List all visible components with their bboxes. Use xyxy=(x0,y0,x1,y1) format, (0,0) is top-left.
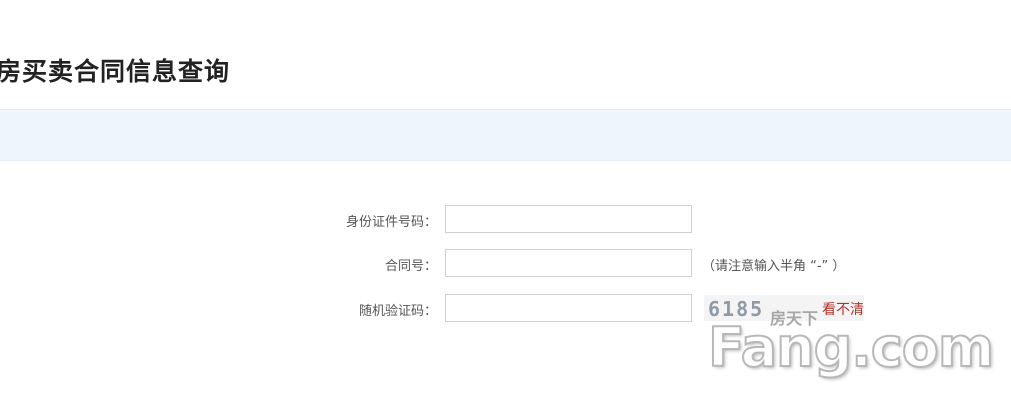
captcha-input[interactable] xyxy=(445,294,692,322)
captcha-label: 随机验证码： xyxy=(358,304,437,319)
contract-number-row: 合同号： （请注意输入半角 “-” ） xyxy=(0,249,1011,279)
id-number-label: 身份证件号码： xyxy=(345,215,437,230)
id-number-input[interactable] xyxy=(445,205,692,233)
contract-number-hint: （请注意输入半角 “-” ） xyxy=(702,259,846,274)
page-title: 房买卖合同信息查询 xyxy=(0,57,231,86)
contract-number-input[interactable] xyxy=(445,249,692,277)
watermark-logo: 房天下 Fang.com xyxy=(707,309,1008,392)
info-bar xyxy=(0,109,1011,161)
id-number-row: 身份证件号码： xyxy=(0,205,1011,235)
watermark-text: Fang.com xyxy=(707,315,995,380)
contract-number-label: 合同号： xyxy=(384,259,437,274)
